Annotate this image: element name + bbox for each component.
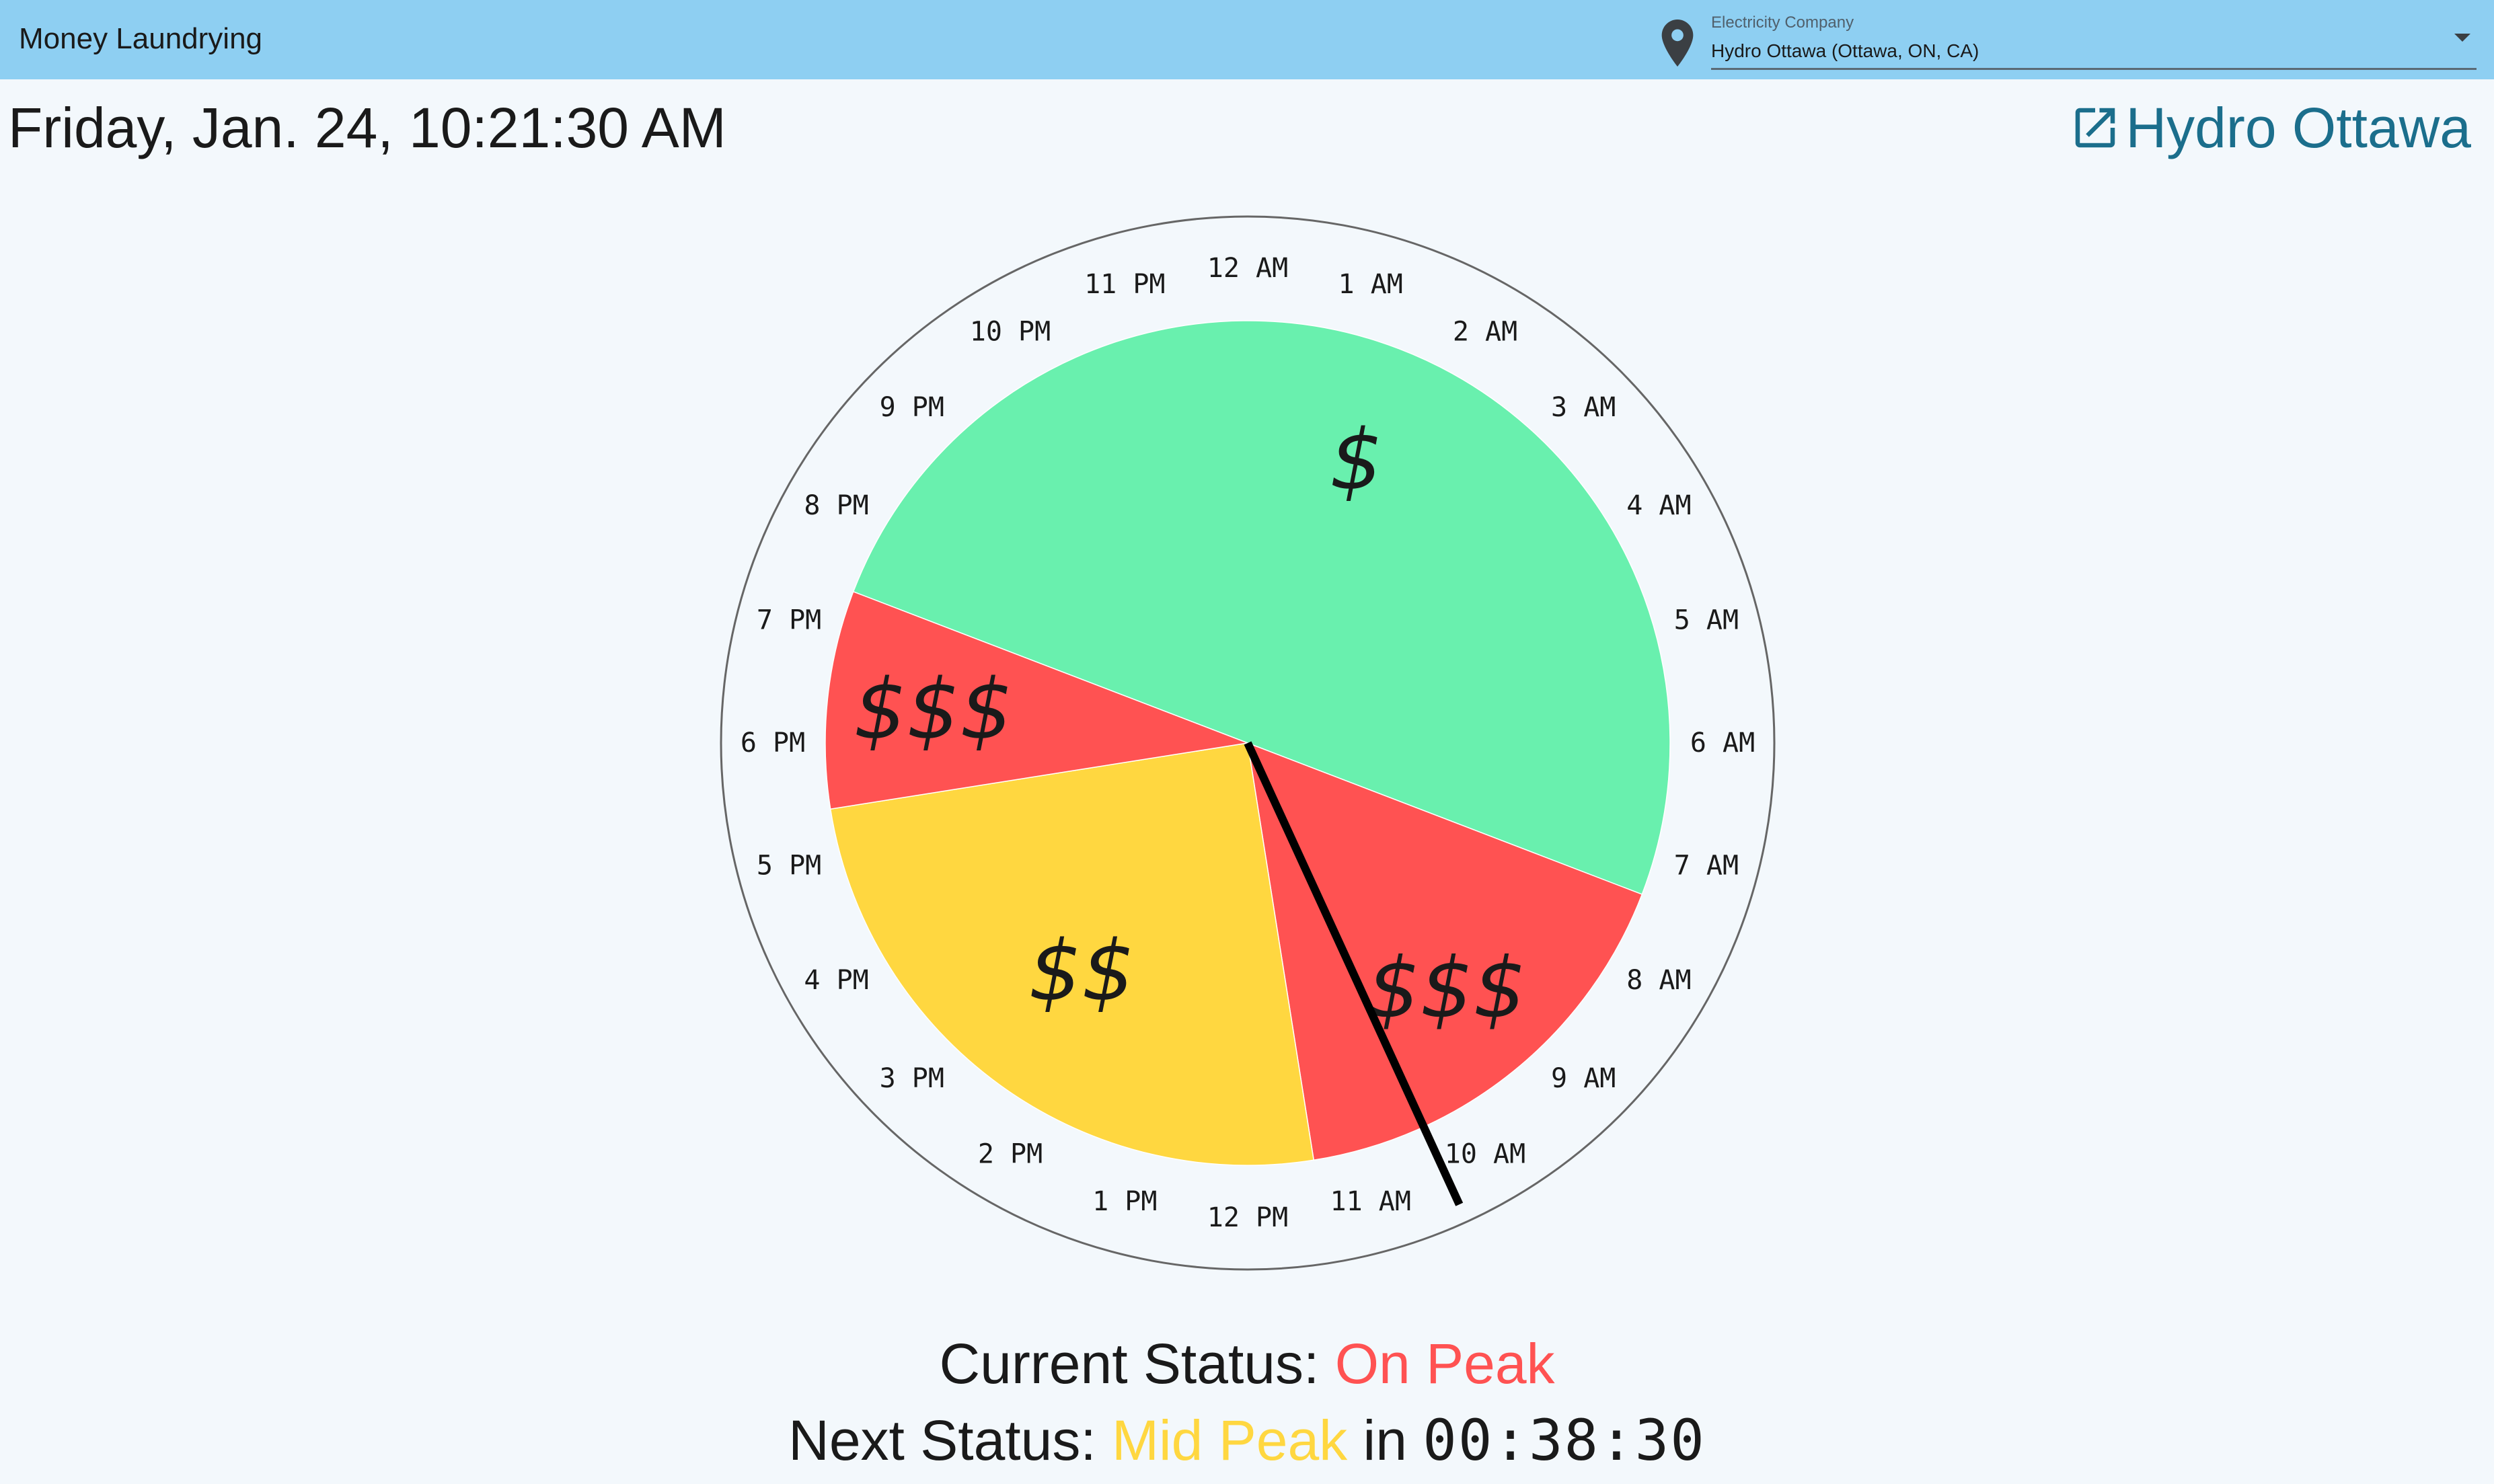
current-status-line: Current Status: On Peak (0, 1329, 2494, 1399)
hour-label-16: 4 PM (804, 965, 868, 996)
next-status-in: in (1347, 1409, 1423, 1472)
electricity-company-select[interactable]: Electricity Company Hydro Ottawa (Ottawa… (1655, 7, 2487, 71)
tou-clock: $ $$$ $$ $$$ 12 AM 1 AM 2 AM 3 AM 4 AM 5 AM 6 AM 7 … (720, 215, 1776, 1271)
hour-label-12: 12 PM (1207, 1202, 1288, 1233)
hour-label-7: 7 AM (1674, 851, 1739, 882)
next-status-value: Mid Peak (1112, 1409, 1348, 1472)
hour-label-13: 1 PM (1092, 1186, 1157, 1217)
current-status-prefix: Current Status: (939, 1332, 1335, 1395)
hour-label-2: 2 AM (1453, 317, 1517, 348)
hour-label-22: 10 PM (970, 317, 1051, 348)
company-field-label: Electricity Company (1711, 13, 1854, 32)
app-bar: Money Laundrying Electricity Company Hyd… (0, 0, 2494, 79)
provider-link-text[interactable]: Hydro Ottawa (2125, 94, 2471, 161)
hour-label-18: 6 PM (741, 728, 805, 758)
location-pin-icon (1661, 19, 1694, 67)
hour-label-5: 5 AM (1674, 604, 1739, 635)
hour-label-1: 1 AM (1338, 269, 1403, 300)
hour-label-3: 3 AM (1551, 392, 1616, 423)
price-label-3: $$$ (854, 662, 1013, 758)
tou-clock-svg: $$$$$$$$$12 AM1 AM2 AM3 AM4 AM5 AM6 AM7 … (720, 215, 1776, 1271)
current-datetime: Friday, Jan. 24, 10:21:30 AM (8, 96, 726, 159)
hour-label-11: 11 AM (1330, 1186, 1410, 1217)
company-field-value[interactable]: Hydro Ottawa (Ottawa, ON, CA) (1711, 40, 1979, 62)
hour-label-23: 11 PM (1084, 269, 1165, 300)
price-label-1: $$$ (1367, 940, 1526, 1037)
hour-label-8: 8 AM (1626, 965, 1691, 996)
hour-label-21: 9 PM (880, 392, 944, 423)
hour-label-0: 12 AM (1207, 253, 1288, 284)
app-title: Money Laundrying (19, 22, 263, 55)
price-label-0: $ (1330, 412, 1383, 509)
chevron-down-icon[interactable] (2452, 31, 2472, 44)
next-status-prefix: Next Status: (788, 1409, 1112, 1472)
countdown-timer: 00:38:30 (1423, 1407, 1706, 1473)
hour-label-10: 10 AM (1445, 1138, 1525, 1169)
next-status-line: Next Status: Mid Peak in 00:38:30 (0, 1405, 2494, 1475)
company-field-underline (1711, 68, 2477, 70)
hour-label-4: 4 AM (1626, 490, 1691, 521)
hour-label-17: 5 PM (757, 851, 821, 882)
current-status-value: On Peak (1334, 1332, 1555, 1395)
hour-label-20: 8 PM (804, 490, 868, 521)
hour-label-15: 3 PM (880, 1063, 944, 1094)
hour-label-19: 7 PM (757, 604, 821, 635)
hour-label-9: 9 AM (1551, 1063, 1616, 1094)
hour-label-14: 2 PM (978, 1138, 1043, 1169)
price-label-2: $$ (1028, 923, 1135, 1020)
provider-link[interactable]: Hydro Ottawa (2069, 94, 2471, 161)
hour-label-6: 6 AM (1690, 728, 1755, 758)
open-in-new-icon (2076, 108, 2115, 148)
